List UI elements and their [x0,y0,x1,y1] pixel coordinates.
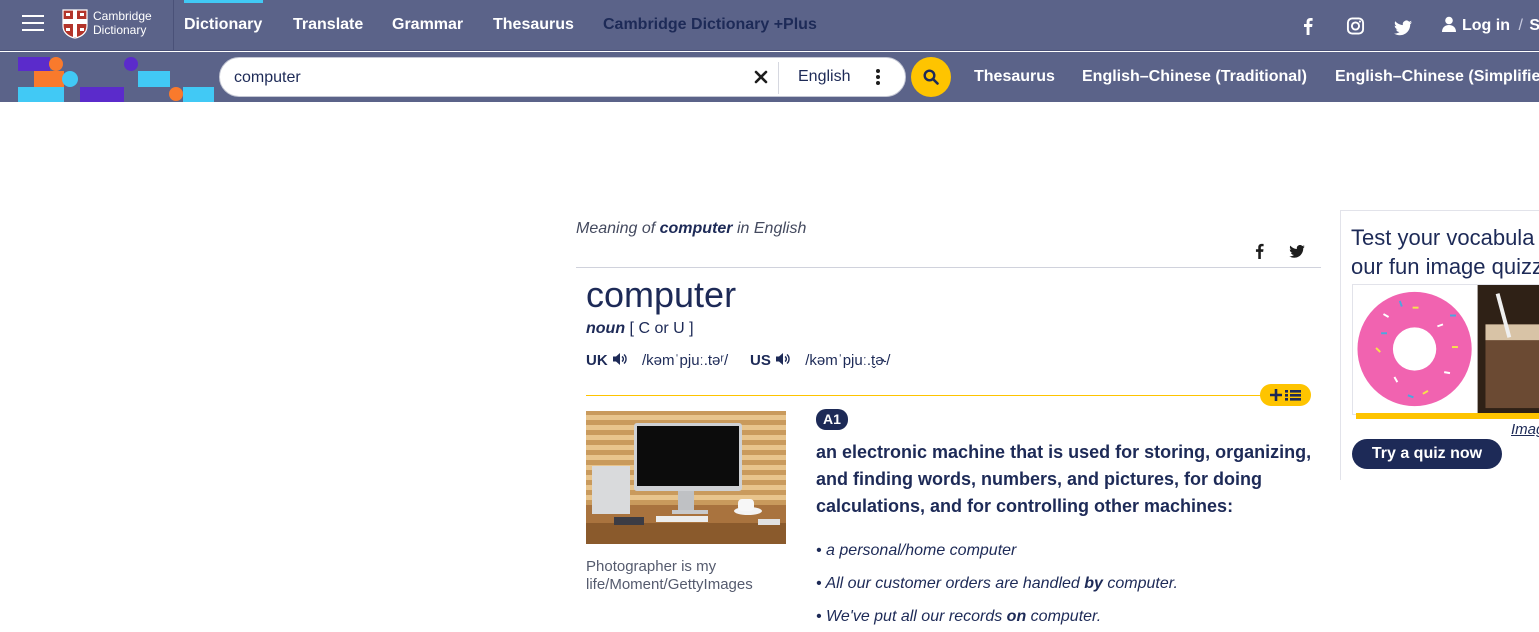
nav-grammar[interactable]: Grammar [392,16,463,34]
example-sentence: • a personal/home computer [816,542,1017,559]
twitter-icon[interactable] [1394,19,1412,37]
nav-dictionary[interactable]: Dictionary [184,16,262,34]
pos-label: noun [586,320,626,337]
nav-dictionary-plus[interactable]: Cambridge Dictionary +Plus [603,16,817,34]
headword: computer [586,274,737,315]
close-icon[interactable] [754,70,768,84]
cambridge-logo[interactable]: Cambridge Dictionary [62,9,162,41]
pronunciation-uk: UK /kəmˈpjuː.təʳ/ [586,352,728,369]
quiz-accent-bar [1356,413,1539,419]
meaning-prefix: Meaning of [576,220,656,237]
language-select[interactable]: English [798,68,850,86]
signup-link[interactable]: S [1529,17,1539,34]
search-input[interactable] [234,66,744,90]
nav-thesaurus[interactable]: Thesaurus [493,16,574,34]
sub-nav-english-chinese-traditional[interactable]: English–Chinese (Traditional) [1082,68,1307,86]
sense-divider [586,395,1262,396]
definition: an electronic machine that is used for s… [816,442,1312,516]
meaning-suffix: in English [736,220,807,237]
share-facebook-icon[interactable] [1255,243,1264,259]
add-to-list-icon [1270,389,1301,401]
pronunciation-us: US /kəmˈpjuː.t̬ɚ/ [750,352,890,369]
menu-icon[interactable] [22,15,44,33]
search-icon [923,69,939,85]
example-sentence: • We've put all our records on computer. [816,608,1102,625]
share-twitter-icon[interactable] [1289,245,1305,258]
language-divider [778,62,779,94]
meaning-of-heading: Meaning of computer in English [576,220,806,238]
example-text: computer. [1026,608,1102,625]
top-bar: Cambridge Dictionary Dictionary Translat… [0,0,1539,51]
image-quiz-promo: Test your vocabula our fun image quizz I… [1340,210,1539,480]
search-bar: English Thesaurus English–Chinese (Tradi… [0,52,1539,102]
login-separator: / [1518,17,1523,34]
logo-line-1: Cambridge [93,9,152,23]
login-label: Log in [1462,17,1510,34]
add-to-word-list-button[interactable] [1260,384,1311,406]
example-text: We've put all our records [826,608,1007,625]
try-quiz-button[interactable]: Try a quiz now [1352,439,1502,469]
part-of-speech: noun [ C or U ] [586,320,694,338]
login-link[interactable]: Log in / S [1442,16,1539,35]
decorative-pattern [18,57,214,102]
cambridge-shield-logo [62,9,88,39]
speaker-icon[interactable] [612,352,628,366]
search-box: English [219,57,906,97]
active-nav-indicator [184,0,263,3]
us-label: US [750,352,771,369]
meaning-word: computer [659,220,733,237]
facebook-icon[interactable] [1303,17,1313,35]
quiz-image-credit[interactable]: Imag [1511,421,1539,438]
example-text: a personal/home computer [826,542,1017,559]
uk-label: UK [586,352,608,369]
quiz-title-line-2: our fun image quizz [1351,254,1539,279]
example-highlight: on [1006,608,1027,625]
logo-divider [173,0,174,51]
photo-caption: Photographer is my life/Moment/GettyImag… [586,558,753,593]
instagram-icon[interactable] [1346,17,1365,35]
kebab-icon[interactable] [875,68,881,86]
example-text: All our customer orders are handled [825,575,1085,592]
cefr-level-badge: A1 [816,409,848,430]
quiz-title: Test your vocabula our fun image quizz [1351,223,1539,281]
example-highlight: by [1084,575,1103,592]
grammar-code: [ C or U ] [629,320,694,337]
speaker-icon[interactable] [775,352,791,366]
logo-line-2: Dictionary [93,23,147,37]
quiz-title-line-1: Test your vocabula [1351,225,1535,250]
us-ipa: /kəmˈpjuː.t̬ɚ/ [805,352,891,369]
entry-divider [576,267,1321,268]
uk-ipa: /kəmˈpjuː.təʳ/ [642,352,729,369]
example-text: computer. [1102,575,1178,592]
example-sentence: • All our customer orders are handled by… [816,575,1178,592]
search-button[interactable] [911,57,951,97]
sub-nav-thesaurus[interactable]: Thesaurus [974,68,1055,86]
nav-translate[interactable]: Translate [293,16,363,34]
quiz-images [1352,284,1539,415]
computer-photo [586,411,786,544]
user-icon [1442,16,1456,32]
sub-nav-english-chinese-simplified[interactable]: English–Chinese (Simplifie [1335,68,1539,86]
